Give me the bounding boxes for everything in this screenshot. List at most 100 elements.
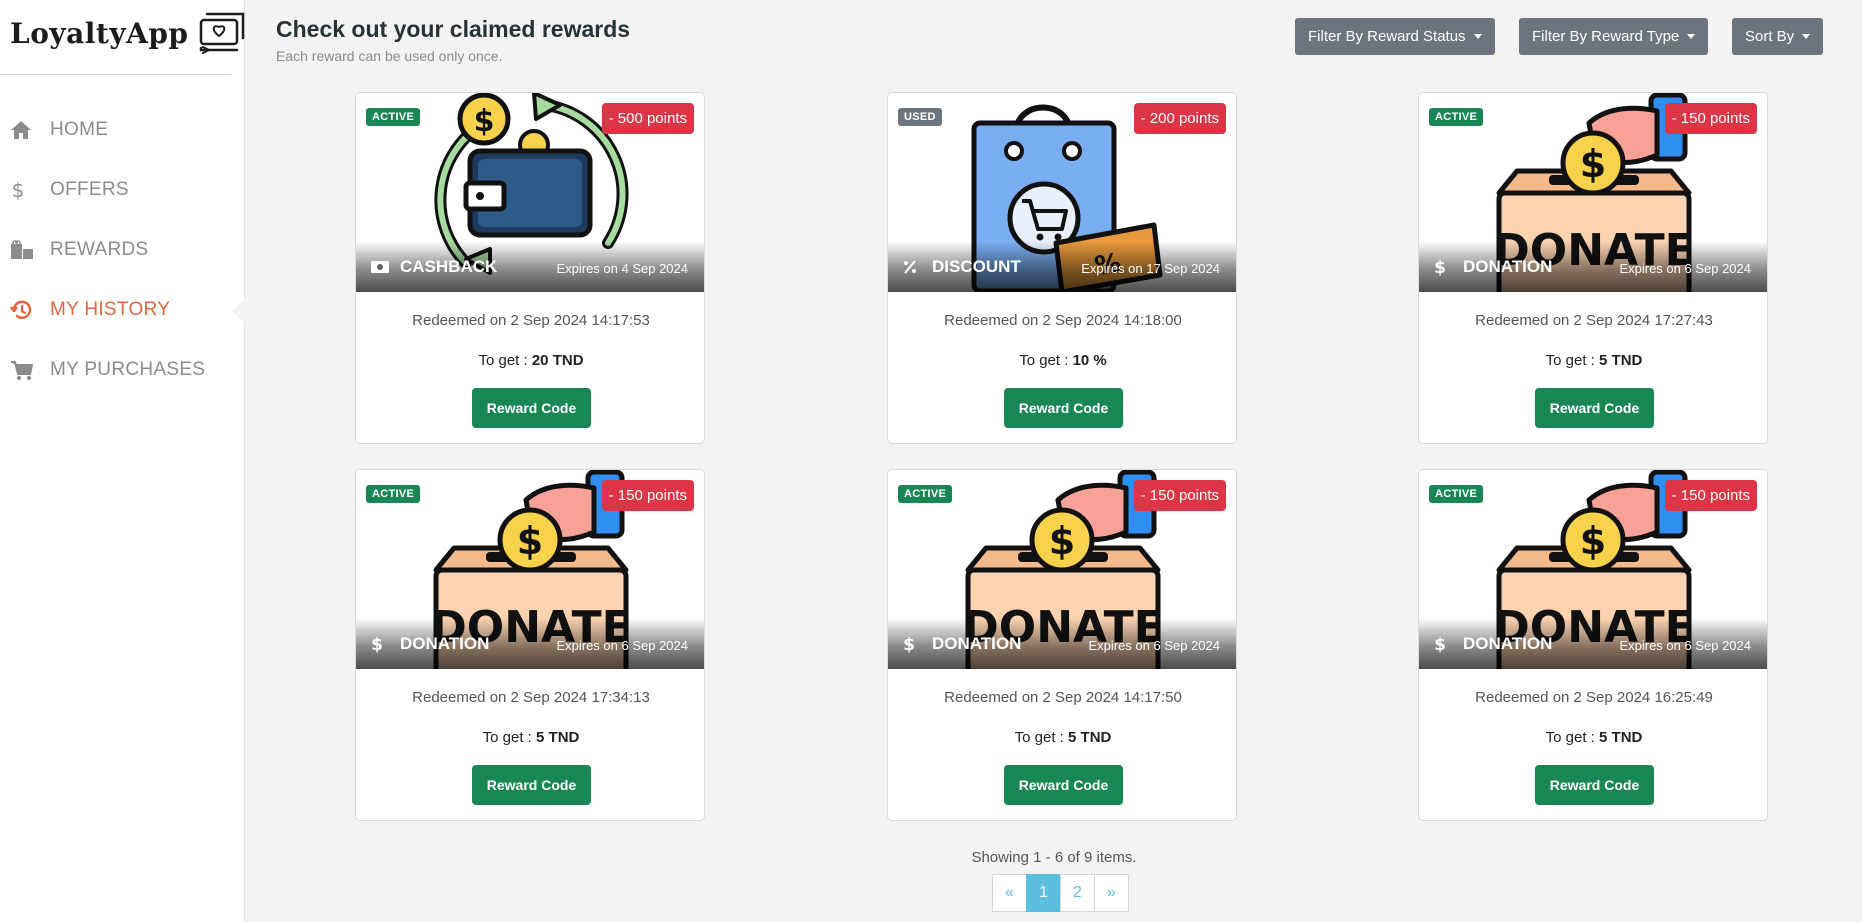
dollar-icon: $ bbox=[1433, 635, 1453, 653]
gift-icon bbox=[10, 238, 38, 262]
pagination-prev-button[interactable]: « bbox=[992, 874, 1027, 912]
points-badge: - 150 points bbox=[1664, 480, 1757, 511]
logo-divider bbox=[0, 74, 231, 75]
pagination-page-2[interactable]: 2 bbox=[1060, 874, 1095, 912]
reward-code-button[interactable]: Reward Code bbox=[1535, 765, 1654, 805]
expiry-date: Expires on 4 Sep 2024 bbox=[556, 261, 688, 276]
sidebar-item-label: MY PURCHASES bbox=[50, 359, 206, 380]
sidebar: LoyaltyApp HOME $ OFFERS REWARDS MY HIST… bbox=[0, 0, 247, 922]
redeemed-date: Redeemed on 2 Sep 2024 14:17:53 bbox=[412, 312, 650, 329]
reward-value: To get : 20 TND bbox=[356, 352, 704, 369]
reward-card: ACTIVE - 150 points $ DONATION Expires o… bbox=[355, 469, 705, 821]
to-get-value: 10 % bbox=[1072, 352, 1107, 369]
reward-value: To get : 5 TND bbox=[1419, 352, 1767, 369]
reward-type: $ DONATION bbox=[1433, 257, 1552, 277]
points-badge: - 150 points bbox=[601, 480, 694, 511]
filter-reward-type-button[interactable]: Filter By Reward Type bbox=[1519, 18, 1709, 55]
reward-card: ACTIVE - 150 points $ DONATION Expires o… bbox=[887, 469, 1237, 821]
caret-down-icon bbox=[1687, 34, 1696, 39]
svg-text:$: $ bbox=[371, 635, 383, 653]
pagination: « 1 2 » bbox=[992, 874, 1129, 912]
expiry-date: Expires on 6 Sep 2024 bbox=[1619, 261, 1751, 276]
to-get-label: To get : bbox=[478, 352, 528, 369]
status-badge: USED bbox=[898, 108, 942, 126]
sidebar-item-home[interactable]: HOME bbox=[0, 100, 245, 160]
dollar-icon: $ bbox=[1433, 258, 1453, 276]
dollar-icon: $ bbox=[10, 178, 38, 202]
to-get-value: 20 TND bbox=[531, 352, 584, 369]
expiry-date: Expires on 6 Sep 2024 bbox=[1088, 638, 1220, 653]
expiry-date: Expires on 6 Sep 2024 bbox=[1619, 638, 1751, 653]
page-title: Check out your claimed rewards bbox=[276, 16, 631, 42]
sidebar-item-my-history[interactable]: MY HISTORY bbox=[0, 280, 246, 340]
reward-code-button[interactable]: Reward Code bbox=[472, 388, 591, 428]
sidebar-item-offers[interactable]: $ OFFERS bbox=[0, 160, 245, 220]
dollar-icon: $ bbox=[370, 635, 390, 653]
to-get-label: To get : bbox=[1545, 352, 1595, 369]
to-get-label: To get : bbox=[482, 729, 532, 746]
sidebar-item-label: OFFERS bbox=[50, 179, 129, 200]
svg-text:$: $ bbox=[903, 635, 915, 653]
reward-code-button[interactable]: Reward Code bbox=[1535, 388, 1654, 428]
to-get-label: To get : bbox=[1545, 729, 1595, 746]
reward-code-button[interactable]: Reward Code bbox=[472, 765, 591, 805]
status-badge: ACTIVE bbox=[1429, 485, 1484, 503]
reward-type-label: DONATION bbox=[932, 634, 1022, 653]
reward-card: USED - 200 points DISCOUNT Expires on 17… bbox=[887, 92, 1237, 444]
app-name: LoyaltyApp bbox=[10, 16, 189, 50]
to-get-label: To get : bbox=[1014, 729, 1064, 746]
reward-value: To get : 5 TND bbox=[1419, 729, 1767, 746]
to-get-value: 5 TND bbox=[1599, 729, 1643, 746]
reward-code-button[interactable]: Reward Code bbox=[1004, 765, 1123, 805]
points-badge: - 150 points bbox=[1664, 103, 1757, 134]
app-logo[interactable]: LoyaltyApp bbox=[10, 10, 247, 56]
expiry-date: Expires on 6 Sep 2024 bbox=[556, 638, 688, 653]
reward-type: $ DONATION bbox=[1433, 634, 1552, 654]
status-badge: ACTIVE bbox=[366, 108, 421, 126]
reward-card: ACTIVE - 500 points CASHBACK Expires on … bbox=[355, 92, 705, 444]
home-icon bbox=[10, 118, 38, 142]
reward-value: To get : 5 TND bbox=[356, 729, 704, 746]
reward-type: $ DONATION bbox=[370, 634, 489, 654]
expiry-date: Expires on 17 Sep 2024 bbox=[1081, 261, 1220, 276]
sidebar-item-rewards[interactable]: REWARDS bbox=[0, 220, 245, 280]
caret-down-icon bbox=[1473, 34, 1482, 39]
sidebar-item-label: REWARDS bbox=[50, 239, 149, 260]
sort-by-button[interactable]: Sort By bbox=[1732, 18, 1824, 55]
reward-type: $ DONATION bbox=[902, 634, 1021, 654]
page-subtitle: Each reward can be used only once. bbox=[276, 48, 503, 64]
reward-card: ACTIVE - 150 points $ DONATION Expires o… bbox=[1418, 92, 1768, 444]
reward-code-button[interactable]: Reward Code bbox=[1004, 388, 1123, 428]
redeemed-date: Redeemed on 2 Sep 2024 16:25:49 bbox=[1475, 689, 1713, 706]
reward-type: CASHBACK bbox=[370, 257, 497, 277]
reward-type-label: DONATION bbox=[400, 634, 490, 653]
sidebar-item-label: MY HISTORY bbox=[50, 299, 171, 320]
status-badge: ACTIVE bbox=[1429, 108, 1484, 126]
redeemed-date: Redeemed on 2 Sep 2024 17:27:43 bbox=[1475, 312, 1713, 329]
caret-down-icon bbox=[1802, 34, 1811, 39]
svg-text:$: $ bbox=[1434, 635, 1446, 653]
status-badge: ACTIVE bbox=[366, 485, 421, 503]
reward-type-label: CASHBACK bbox=[400, 257, 498, 276]
reward-type-label: DONATION bbox=[1463, 257, 1553, 276]
to-get-value: 5 TND bbox=[1068, 729, 1112, 746]
points-badge: - 200 points bbox=[1133, 103, 1226, 134]
pagination-next-button[interactable]: » bbox=[1094, 874, 1129, 912]
status-badge: ACTIVE bbox=[898, 485, 953, 503]
dollar-icon: $ bbox=[902, 635, 922, 653]
pagination-page-1[interactable]: 1 bbox=[1026, 874, 1061, 912]
sort-by-label: Sort By bbox=[1745, 28, 1795, 45]
reward-value: To get : 5 TND bbox=[888, 729, 1236, 746]
reward-type: DISCOUNT bbox=[902, 257, 1021, 277]
money-bill-icon bbox=[370, 258, 390, 276]
reward-type-label: DONATION bbox=[1463, 634, 1553, 653]
filter-reward-status-button[interactable]: Filter By Reward Status bbox=[1295, 18, 1495, 55]
reward-value: To get : 10 % bbox=[888, 352, 1236, 369]
redeemed-date: Redeemed on 2 Sep 2024 14:17:50 bbox=[944, 689, 1182, 706]
percent-icon bbox=[902, 258, 922, 276]
to-get-value: 5 TND bbox=[536, 729, 580, 746]
sidebar-item-label: HOME bbox=[50, 119, 109, 140]
sidebar-item-my-purchases[interactable]: MY PURCHASES bbox=[0, 340, 245, 400]
to-get-value: 5 TND bbox=[1599, 352, 1643, 369]
pagination-summary: Showing 1 - 6 of 9 items. bbox=[971, 849, 1137, 866]
